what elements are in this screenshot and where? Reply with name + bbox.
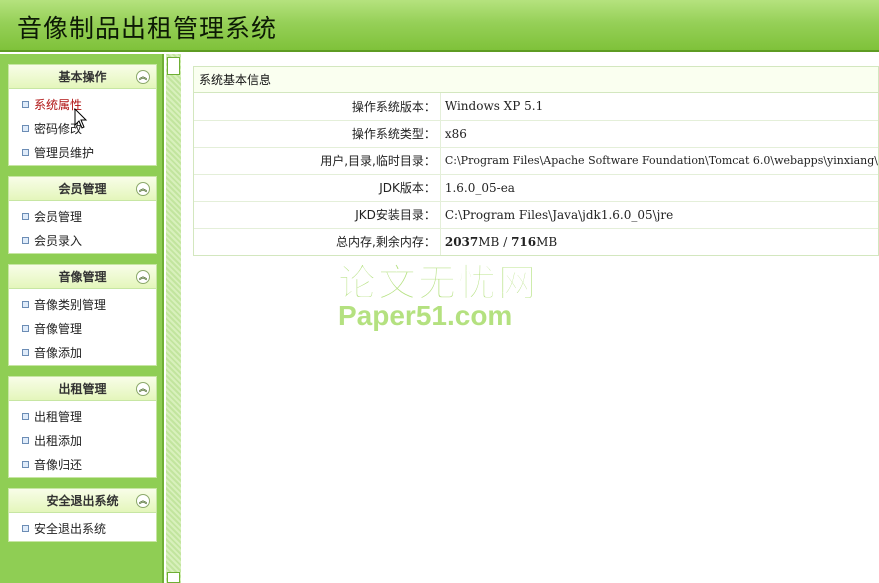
table-row: JDK版本： 1.6.0_05-ea <box>194 173 878 201</box>
double-chevron-up-icon[interactable]: ︽ <box>136 70 150 84</box>
square-bullet-icon <box>22 101 29 108</box>
mouse-pointer-icon <box>74 108 88 129</box>
table-row: 用户,目录,临时目录： C:\Program Files\Apache Soft… <box>194 146 878 174</box>
left-menu: 基本操作 ︽ 系统属性 密码修改 管理员维护 会员管理 ︽ 会员管理 会员录入 … <box>0 54 164 583</box>
row-label: JDK版本： <box>194 173 441 201</box>
memory-separator: / <box>503 234 508 249</box>
table-row: 操作系统类型： x86 <box>194 119 878 147</box>
menu-group-header[interactable]: 音像管理 ︽ <box>9 265 156 289</box>
row-value: 1.6.0_05-ea <box>439 173 878 201</box>
menu-group-title: 出租管理 <box>58 382 107 396</box>
square-bullet-icon <box>22 413 29 420</box>
menu-item-media-management[interactable]: 音像管理 <box>9 317 156 341</box>
menu-group-header[interactable]: 会员管理 ︽ <box>9 177 156 201</box>
menu-group-header[interactable]: 基本操作 ︽ <box>9 65 156 89</box>
menu-item-media-return[interactable]: 音像归还 <box>9 453 156 477</box>
square-bullet-icon <box>22 213 29 220</box>
menu-group-members: 会员管理 ︽ 会员管理 会员录入 <box>8 176 157 254</box>
row-value: x86 <box>439 119 878 147</box>
table-row: JKD安装目录： C:\Program Files\Java\jdk1.6.0_… <box>194 200 878 228</box>
app-title: 音像制品出租管理系统 <box>17 14 278 43</box>
menu-group-header[interactable]: 出租管理 ︽ <box>9 377 156 401</box>
menu-item-admin-maintenance[interactable]: 管理员维护 <box>9 141 156 165</box>
memory-value: 2037MB / 716MB <box>439 227 878 255</box>
panel-title: 系统基本信息 <box>194 67 878 93</box>
row-label: 用户,目录,临时目录： <box>194 146 441 174</box>
row-label: JKD安装目录： <box>194 200 441 228</box>
total-memory: 2037 <box>444 234 479 249</box>
double-chevron-up-icon[interactable]: ︽ <box>136 182 150 196</box>
square-bullet-icon <box>22 125 29 132</box>
total-memory-unit: MB <box>478 234 500 249</box>
watermark-english: Paper51.com <box>338 300 513 331</box>
double-chevron-up-icon[interactable]: ︽ <box>136 270 150 284</box>
row-value: C:\Program Files\Apache Software Foundat… <box>439 146 878 174</box>
menu-item-member-management[interactable]: 会员管理 <box>9 205 156 229</box>
menu-group-logout: 安全退出系统 ︽ 安全退出系统 <box>8 488 157 542</box>
menu-group-rental: 出租管理 ︽ 出租管理 出租添加 音像归还 <box>8 376 157 478</box>
menu-item-media-category[interactable]: 音像类别管理 <box>9 293 156 317</box>
menu-item-member-entry[interactable]: 会员录入 <box>9 229 156 253</box>
square-bullet-icon <box>22 349 29 356</box>
menu-group-title: 安全退出系统 <box>46 494 119 508</box>
row-label: 总内存,剩余内存： <box>194 227 441 255</box>
row-value: Windows XP 5.1 <box>439 93 878 120</box>
app-header: 音像制品出租管理系统 <box>0 0 879 52</box>
main-content: 系统基本信息 操作系统版本： Windows XP 5.1 操作系统类型： x8… <box>181 54 879 583</box>
square-bullet-icon <box>22 461 29 468</box>
square-bullet-icon <box>22 237 29 244</box>
menu-item-rental-add[interactable]: 出租添加 <box>9 429 156 453</box>
table-row: 操作系统版本： Windows XP 5.1 <box>194 93 878 120</box>
menu-group-header[interactable]: 安全退出系统 ︽ <box>9 489 156 513</box>
square-bullet-icon <box>22 301 29 308</box>
menu-item-rental-management[interactable]: 出租管理 <box>9 405 156 429</box>
menu-group-title: 基本操作 <box>58 70 107 84</box>
square-bullet-icon <box>22 149 29 156</box>
menu-group-title: 会员管理 <box>58 182 107 196</box>
watermark-chinese: 论文无忧网 <box>337 261 539 306</box>
free-memory: 716 <box>511 234 537 249</box>
square-bullet-icon <box>22 437 29 444</box>
system-info-table: 操作系统版本： Windows XP 5.1 操作系统类型： x86 用户,目录… <box>194 93 878 255</box>
menu-item-media-add[interactable]: 音像添加 <box>9 341 156 365</box>
double-chevron-up-icon[interactable]: ︽ <box>136 494 150 508</box>
square-bullet-icon <box>22 525 29 532</box>
square-bullet-icon <box>22 325 29 332</box>
splitter-handle-bottom[interactable] <box>167 572 180 583</box>
row-value: C:\Program Files\Java\jdk1.6.0_05\jre <box>439 200 878 228</box>
row-label: 操作系统版本： <box>351 99 436 114</box>
system-info-panel: 系统基本信息 操作系统版本： Windows XP 5.1 操作系统类型： x8… <box>193 66 879 256</box>
menu-item-logout[interactable]: 安全退出系统 <box>9 517 156 541</box>
free-memory-unit: MB <box>536 234 558 249</box>
double-chevron-up-icon[interactable]: ︽ <box>136 382 150 396</box>
row-label: 操作系统类型： <box>194 119 441 147</box>
table-row: 总内存,剩余内存： 2037MB / 716MB <box>194 227 878 255</box>
menu-group-media: 音像管理 ︽ 音像类别管理 音像管理 音像添加 <box>8 264 157 366</box>
frame-splitter[interactable] <box>166 54 181 583</box>
menu-group-title: 音像管理 <box>58 270 107 284</box>
splitter-handle-top[interactable] <box>167 57 180 75</box>
